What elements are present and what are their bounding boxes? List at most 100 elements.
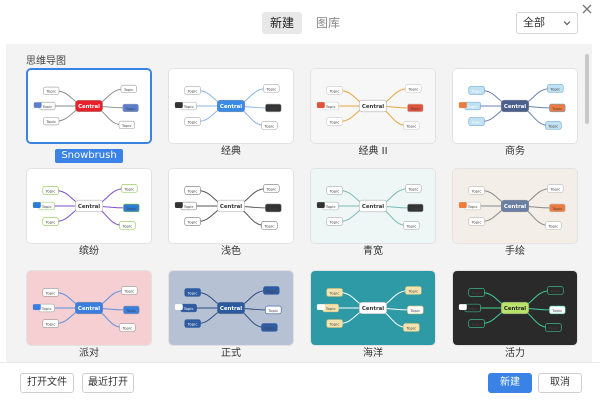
template-tile-formal[interactable]: Topic Topic Topic Topic Topic Topic Central 正式 — [168, 270, 294, 361]
template-label: 商务 — [505, 146, 525, 157]
topic-label: Topic — [329, 322, 340, 327]
template-tile-ocean[interactable]: Topic Topic Topic Topic Topic Topic Central 海洋 — [310, 270, 436, 361]
template-thumbnail[interactable]: Topic Topic Topic Topic Topic Topic Central — [452, 270, 578, 346]
template-label: 经典 — [221, 146, 241, 157]
mindmap-preview: Topic Topic Topic Topic Topic Topic Central — [169, 69, 293, 143]
template-tile-cyan[interactable]: Topic Topic Topic Topic Topic Topic Central 青宽 — [310, 168, 436, 259]
central-label: Central — [220, 204, 242, 210]
topic-node: Topic — [326, 186, 343, 195]
category-select[interactable]: 全部 — [516, 12, 578, 34]
mindmap-preview: Topic Topic Topic Topic Topic Topic Central — [169, 169, 293, 243]
template-thumbnail[interactable]: Topic Topic Topic Topic Topic Topic Central — [310, 68, 436, 144]
topic-label: Topic — [471, 188, 482, 193]
topic-label: Topic — [123, 87, 134, 92]
topic-node: Topic — [547, 84, 564, 93]
tab-new[interactable]: 新建 — [262, 12, 303, 34]
template-thumbnail[interactable]: Topic Topic Topic Topic Topic Topic Central — [168, 168, 294, 244]
mindmap-preview: Topic Topic Topic Topic Topic Topic Central — [311, 271, 435, 345]
topic-node: Topic — [42, 217, 59, 226]
central-node: Central — [501, 99, 529, 113]
template-label: 青宽 — [363, 246, 383, 257]
template-thumbnail[interactable]: Topic Topic Topic Topic Topic Topic Central — [26, 270, 152, 346]
template-thumbnail[interactable]: Topic Topic Topic Topic Topic Topic Central — [310, 270, 436, 346]
topic-node: Topic — [468, 217, 485, 226]
topic-label: Topic — [325, 204, 336, 209]
topic-node: Topic — [43, 86, 60, 95]
central-label: Central — [504, 204, 526, 210]
template-tile-snowbrush[interactable]: Topic Topic Topic Topic Topic Topic Central Sno… — [26, 68, 152, 163]
topic-node: Topic — [123, 305, 140, 315]
topic-node: Topic — [184, 186, 201, 195]
topic-label: Topic — [183, 104, 194, 109]
topic-node: Topic — [464, 101, 481, 111]
topic-label: Topic — [329, 88, 340, 93]
topic-label: Topic — [263, 123, 274, 128]
template-tile-classic2[interactable]: Topic Topic Topic Topic Topic Topic Central 经典 … — [310, 68, 436, 159]
scrollbar-thumb[interactable] — [585, 54, 589, 124]
topic-node: Topic — [403, 121, 420, 130]
template-caption-wrap: 经典 — [168, 144, 294, 159]
central-node: Central — [501, 301, 529, 315]
topic-node: Topic — [38, 303, 55, 313]
template-tile-hand[interactable]: Topic Topic Topic Topic Topic Topic Central 手绘 — [452, 168, 578, 259]
floating-node — [174, 102, 183, 108]
topic-node: Topic — [118, 120, 135, 130]
template-thumbnail[interactable]: Topic Topic Topic Topic Topic Topic Central — [168, 270, 294, 346]
template-tile-classic[interactable]: Topic Topic Topic Topic Topic Topic Central 经典 — [168, 68, 294, 159]
template-thumbnail[interactable]: Topic Topic Topic Topic Topic Topic Central — [452, 68, 578, 144]
mindmap-preview: Topic Topic Topic Topic Topic Topic Central — [311, 169, 435, 243]
template-thumbnail[interactable]: Topic Topic Topic Topic Topic Topic Central — [452, 168, 578, 244]
topic-label: Topic — [549, 86, 560, 91]
topic-node: Topic — [549, 203, 566, 213]
topic-label: Topic — [267, 308, 278, 313]
topic-node: Topic — [184, 288, 201, 297]
template-tile-vital[interactable]: Topic Topic Topic Topic Topic Topic Central 活力 — [452, 270, 578, 361]
template-tile-business[interactable]: Topic Topic Topic Topic Topic Topic Central 商务 — [452, 68, 578, 159]
mindmap-preview: Topic Topic Topic Topic Topic Topic Central — [27, 271, 151, 345]
template-tile-colorful[interactable]: Topic Topic Topic Topic Topic Topic Central 缤纷 — [26, 168, 152, 259]
topic-node: Topic — [121, 286, 138, 295]
topic-label: Topic — [265, 288, 276, 293]
topic-node: Topic — [322, 201, 339, 211]
template-tile-light[interactable]: Topic Topic Topic Topic Topic Topic Central 浅色 — [168, 168, 294, 259]
topic-label: Topic — [125, 106, 136, 111]
central-label: Central — [78, 204, 100, 210]
topic-label: Topic — [41, 104, 52, 109]
template-label: 派对 — [79, 348, 99, 359]
topic-node: Topic — [405, 184, 422, 193]
topic-node: Topic — [326, 217, 343, 226]
topic-node: Topic — [119, 221, 136, 230]
template-thumbnail[interactable]: Topic Topic Topic Topic Topic Topic Central — [26, 68, 152, 144]
template-thumbnail[interactable]: Topic Topic Topic Topic Topic Topic Central — [310, 168, 436, 244]
topic-label: Topic — [263, 223, 274, 228]
topic-node: Topic — [545, 323, 562, 332]
topic-node: Topic — [468, 117, 485, 126]
cancel-button[interactable]: 取消 — [538, 373, 582, 393]
close-icon[interactable] — [580, 2, 594, 16]
topic-node: Topic — [547, 286, 564, 295]
topic-node: Topic — [547, 184, 564, 193]
central-node: Central — [359, 99, 387, 113]
template-tile-party[interactable]: Topic Topic Topic Topic Topic Topic Central 派对 — [26, 270, 152, 361]
mindmap-preview: Topic Topic Topic Topic Topic Topic Central — [453, 69, 577, 143]
open-file-button[interactable]: 打开文件 — [20, 373, 74, 393]
mindmap-preview: Topic Topic Topic Topic Topic Topic Central — [28, 70, 150, 142]
template-caption-wrap: 经典 II — [310, 144, 436, 159]
recent-button[interactable]: 最近打开 — [82, 373, 134, 393]
topic-node: Topic — [405, 286, 422, 295]
template-caption-wrap: 浅色 — [168, 244, 294, 259]
tab-gallery[interactable]: 图库 — [308, 12, 348, 34]
template-thumbnail[interactable]: Topic Topic Topic Topic Topic Topic Central — [168, 68, 294, 144]
topic-label: Topic — [551, 308, 562, 313]
topic-node: Topic — [464, 201, 481, 211]
create-button[interactable]: 新建 — [488, 373, 532, 393]
topic-label: Topic — [45, 119, 56, 124]
topic-label: Topic — [45, 322, 56, 327]
topic-label: Topic — [325, 306, 336, 311]
topic-label: Topic — [41, 306, 52, 311]
topic-node: Topic — [265, 203, 282, 213]
template-thumbnail[interactable]: Topic Topic Topic Topic Topic Topic Central — [26, 168, 152, 244]
topic-label: Topic — [547, 123, 558, 128]
scrollbar[interactable] — [585, 44, 589, 362]
topic-node: Topic — [261, 323, 278, 332]
